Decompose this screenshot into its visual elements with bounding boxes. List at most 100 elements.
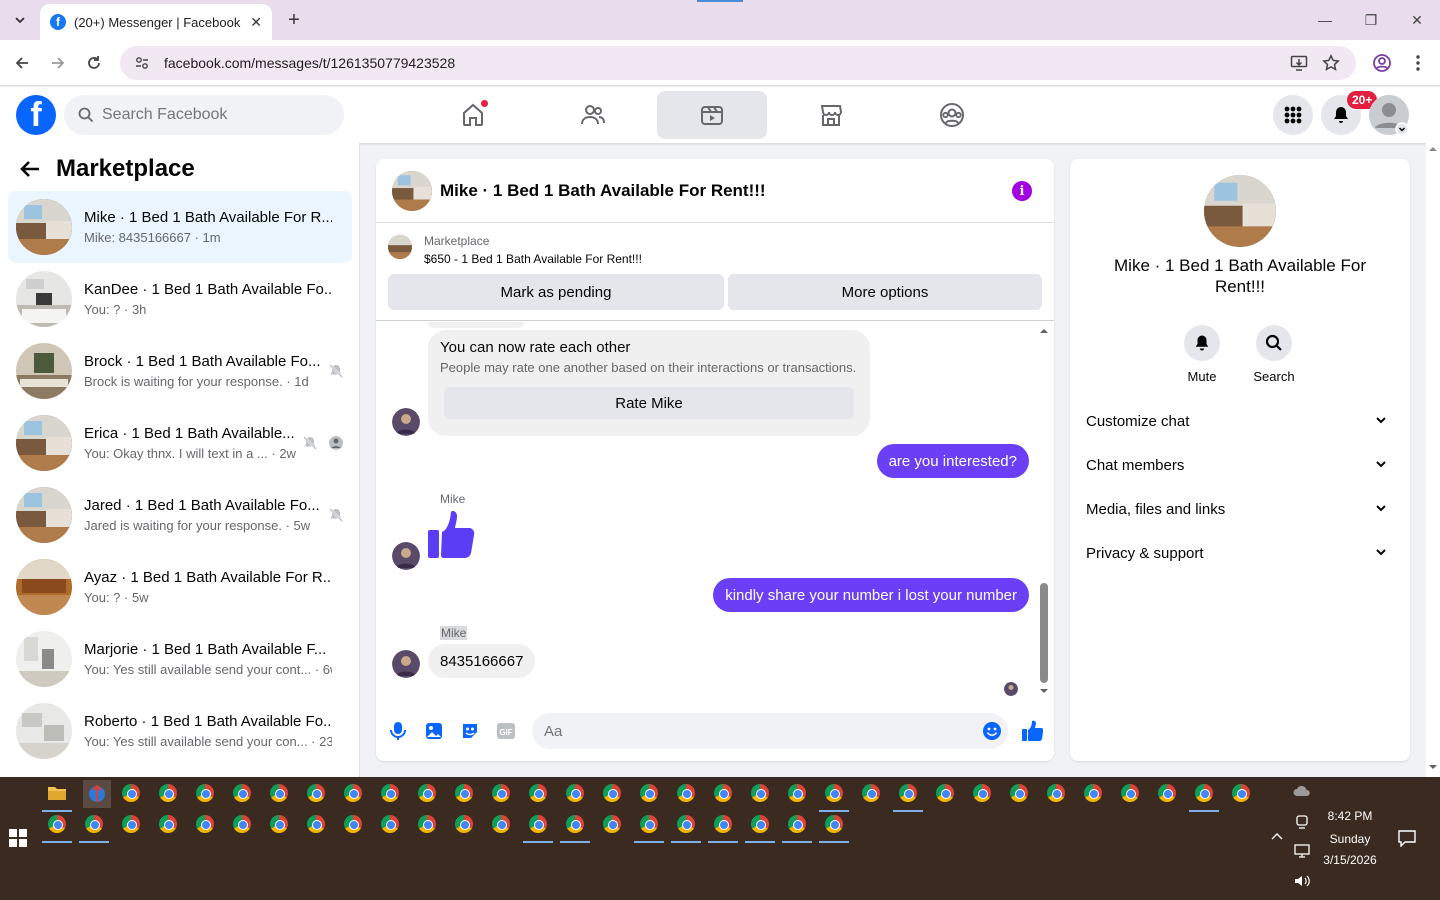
photo-icon[interactable] <box>422 719 446 743</box>
clock-day[interactable]: Sunday <box>1320 832 1380 846</box>
chrome-icon[interactable] <box>379 813 401 835</box>
thumbs-up-sticker-icon[interactable] <box>428 510 476 560</box>
chrome-icon[interactable] <box>231 813 253 835</box>
back-arrow-icon[interactable] <box>18 157 42 181</box>
chrome-icon[interactable] <box>453 813 475 835</box>
conversation-item[interactable]: Ayaz · 1 Bed 1 Bath Available For R... Y… <box>8 551 352 623</box>
windows-start-icon[interactable] <box>9 829 27 847</box>
outgoing-message[interactable]: kindly share your number i lost your num… <box>713 578 1029 612</box>
chat-listing-avatar[interactable] <box>392 170 432 211</box>
chrome-icon[interactable] <box>1008 782 1030 804</box>
restore-button[interactable]: ❐ <box>1359 8 1383 32</box>
chrome-icon[interactable] <box>42 813 72 843</box>
install-app-icon[interactable] <box>1290 46 1308 80</box>
chat-title[interactable]: Mike · 1 Bed 1 Bath Available For Rent!!… <box>440 181 766 201</box>
meet-now-icon[interactable] <box>1294 814 1310 830</box>
chrome-icon[interactable] <box>745 813 775 843</box>
chrome-icon[interactable] <box>601 782 623 804</box>
message-input-box[interactable] <box>532 713 1008 749</box>
chrome-icon[interactable] <box>634 813 664 843</box>
conversation-item[interactable]: Marjorie · 1 Bed 1 Bath Available F... Y… <box>8 623 352 695</box>
like-button[interactable] <box>1020 719 1044 743</box>
chrome-icon[interactable] <box>194 813 216 835</box>
chrome-icon[interactable] <box>305 813 327 835</box>
gif-icon[interactable]: GIF <box>494 719 518 743</box>
conversation-item[interactable]: Mike · 1 Bed 1 Bath Available For R... M… <box>8 191 352 263</box>
browser-tab[interactable]: f (20+) Messenger | Facebook ✕ <box>40 4 272 40</box>
page-scrollbar[interactable] <box>1426 143 1440 777</box>
network-icon[interactable] <box>1293 843 1311 859</box>
chrome-icon[interactable] <box>638 782 660 804</box>
chrome-icon[interactable] <box>305 782 327 804</box>
conversation-item[interactable]: Brock · 1 Bed 1 Bath Available Fo... Bro… <box>8 335 352 407</box>
chrome-icon[interactable] <box>120 782 142 804</box>
mark-as-pending-button[interactable]: Mark as pending <box>388 274 724 310</box>
nav-video[interactable] <box>657 91 767 139</box>
chat-scrollbar[interactable] <box>1038 327 1050 697</box>
chrome-icon[interactable] <box>934 782 956 804</box>
facebook-search[interactable] <box>64 95 344 135</box>
account-button[interactable] <box>1369 95 1409 135</box>
chrome-icon[interactable] <box>1230 782 1252 804</box>
chrome-icon[interactable] <box>782 813 812 843</box>
address-bar[interactable]: facebook.com/messages/t/1261350779423528 <box>120 46 1356 80</box>
bookmark-star-icon[interactable] <box>1322 46 1340 80</box>
chrome-icon[interactable] <box>675 782 697 804</box>
search-in-conversation-action[interactable]: Search <box>1244 325 1304 384</box>
chrome-icon[interactable] <box>194 782 216 804</box>
onedrive-cloud-icon[interactable] <box>1293 785 1311 797</box>
more-options-button[interactable]: More options <box>728 274 1042 310</box>
back-button[interactable] <box>9 50 35 76</box>
emoji-icon[interactable] <box>982 721 1002 741</box>
media-files-links-section[interactable]: Media, files and links <box>1078 489 1402 529</box>
sticker-icon[interactable] <box>458 719 482 743</box>
nav-marketplace[interactable] <box>776 91 886 139</box>
nav-home[interactable] <box>418 91 528 139</box>
chrome-icon[interactable] <box>268 813 290 835</box>
conversation-item[interactable]: Erica · 1 Bed 1 Bath Available... You: O… <box>8 407 352 479</box>
close-tab-icon[interactable]: ✕ <box>250 14 262 31</box>
minimize-button[interactable]: — <box>1313 8 1337 32</box>
voice-clip-icon[interactable] <box>386 719 410 743</box>
chrome-icon[interactable] <box>416 782 438 804</box>
chrome-icon[interactable] <box>527 782 549 804</box>
nav-friends[interactable] <box>538 91 648 139</box>
site-settings-icon[interactable] <box>134 55 150 71</box>
notification-center-icon[interactable] <box>1397 829 1417 847</box>
message-input[interactable] <box>544 722 964 740</box>
mike-avatar[interactable] <box>392 542 420 570</box>
chrome-icon[interactable] <box>560 813 590 843</box>
mike-avatar[interactable] <box>392 408 420 436</box>
chrome-icon[interactable] <box>819 813 849 843</box>
chrome-icon[interactable] <box>1119 782 1141 804</box>
info-icon[interactable]: i <box>1012 181 1032 201</box>
chrome-icon[interactable] <box>1189 782 1219 812</box>
reload-button[interactable] <box>81 50 107 76</box>
chrome-icon[interactable] <box>1045 782 1067 804</box>
chrome-icon[interactable] <box>157 813 179 835</box>
clock-time[interactable]: 8:42 PM <box>1320 809 1380 823</box>
chrome-icon[interactable] <box>342 813 364 835</box>
chrome-icon[interactable] <box>379 782 401 804</box>
customize-chat-section[interactable]: Customize chat <box>1078 401 1402 441</box>
chrome-icon[interactable] <box>893 782 923 812</box>
conversation-item[interactable]: KanDee · 1 Bed 1 Bath Available Fo... Yo… <box>8 263 352 335</box>
chrome-icon[interactable] <box>490 813 512 835</box>
mike-avatar[interactable] <box>392 650 420 678</box>
chrome-icon[interactable] <box>416 813 438 835</box>
chrome-icon[interactable] <box>749 782 771 804</box>
listing-price-title[interactable]: $650 - 1 Bed 1 Bath Available For Rent!!… <box>424 252 642 266</box>
menu-button[interactable] <box>1273 95 1313 135</box>
chrome-icon[interactable] <box>120 813 142 835</box>
conversation-item[interactable]: Roberto · 1 Bed 1 Bath Available Fo... Y… <box>8 695 352 767</box>
chrome-icon[interactable] <box>786 782 808 804</box>
mute-action[interactable]: Mute <box>1172 325 1232 384</box>
chrome-icon[interactable] <box>671 813 701 843</box>
app-icon[interactable] <box>83 780 111 808</box>
incoming-message[interactable]: 8435166667 <box>428 644 536 678</box>
chrome-icon[interactable] <box>819 782 849 812</box>
forward-button[interactable] <box>45 50 71 76</box>
chrome-icon[interactable] <box>860 782 882 804</box>
chrome-icon[interactable] <box>157 782 179 804</box>
chrome-icon[interactable] <box>564 782 586 804</box>
